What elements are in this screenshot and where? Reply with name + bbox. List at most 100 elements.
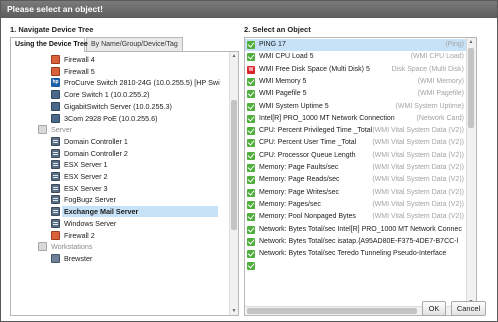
server-icon	[51, 172, 60, 181]
tree-device-item[interactable]: Windows Server	[11, 218, 230, 229]
tree-device-item[interactable]: Firewall 4	[11, 54, 230, 65]
tree-device-item[interactable]: Domain Controller 2	[11, 148, 230, 159]
tree-item-label: GigabitSwitch Server (10.0.255.3)	[64, 101, 172, 111]
object-list-item[interactable]: W WMI Free Disk Space (Multi Disk) 5 Disk …	[245, 64, 467, 76]
device-tree-panel: Firewall 4 Firewall 5 hp ProCurve Switch 28…	[10, 51, 239, 316]
tree-item-label: ProCurve Switch 2810-24G (10.0.255.5) [H…	[64, 78, 220, 88]
status-ok-icon	[247, 53, 255, 62]
wmi-warning-icon: W	[247, 65, 255, 74]
object-name: CPU: Percent User Time _Total	[259, 139, 357, 147]
object-list-item[interactable]: Intel[R] PRO_1000 MT Network Connection (…	[245, 113, 467, 125]
tree-vertical-scrollbar[interactable]: ▲ ▼	[229, 52, 238, 315]
status-ok-icon	[247, 139, 255, 148]
object-list-item[interactable]: PING 17 (Ping)	[245, 39, 467, 51]
cancel-button[interactable]: Cancel	[451, 301, 486, 316]
status-ok-icon	[247, 200, 255, 209]
object-name: CPU: Percent Privileged Time _Total	[259, 127, 373, 135]
dialog-title: Please select an object!	[1, 1, 497, 18]
folder-icon	[38, 242, 47, 252]
status-ok-icon	[247, 237, 255, 246]
select-object-dialog: Please select an object! 1. Navigate Dev…	[0, 0, 498, 322]
object-list-item[interactable]: Network: Bytes Total/sec Intel[R] PRO_10…	[245, 224, 467, 236]
object-name: Memory: Pool Nonpaged Bytes	[259, 213, 356, 221]
tree-item-label: Brewster	[64, 253, 93, 263]
tree-device-item[interactable]: 3Com 2928 PoE (10.0.255.6)	[11, 113, 230, 124]
scroll-down-arrow-icon[interactable]: ▼	[230, 307, 238, 315]
object-name: WMI System Uptime 5	[259, 102, 329, 110]
tree-scroll-thumb[interactable]	[231, 100, 237, 230]
object-vertical-scrollbar[interactable]: ▲ ▼	[466, 38, 476, 315]
object-list-item[interactable]	[245, 260, 467, 272]
status-ok-icon	[247, 127, 255, 136]
tree-item-label: Domain Controller 1	[64, 136, 128, 146]
object-list-item[interactable]: CPU: Processor Queue Length (WMI Vital Sy…	[245, 150, 467, 162]
object-list-item[interactable]: WMI System Uptime 5 (WMI System Uptime)	[245, 101, 467, 113]
object-name: Network: Bytes Total/sec Intel[R] PRO_10…	[259, 225, 462, 233]
object-list-item[interactable]: Memory: Pages/sec (WMI Vital System Data …	[245, 199, 467, 211]
object-list-item[interactable]: WMI Pagefile 5 (WMI Pagefile)	[245, 88, 467, 100]
tree-device-item[interactable]: FogBugz Server	[11, 194, 230, 205]
object-list-item[interactable]: CPU: Percent User Time _Total (WMI Vital …	[245, 137, 467, 149]
firewall-icon	[51, 66, 60, 76]
object-type: (WMI CPU Load)	[410, 53, 464, 61]
tree-device-item[interactable]: Firewall 2	[11, 230, 230, 241]
object-list-item[interactable]: Memory: Page Reads/sec (WMI Vital System …	[245, 174, 467, 186]
scroll-up-arrow-icon[interactable]: ▲	[467, 38, 475, 46]
object-list-item[interactable]: Network: Bytes Total/sec Teredo Tunnelin…	[245, 248, 467, 260]
status-ok-icon	[247, 90, 255, 99]
object-list-item[interactable]: Network: Bytes Total/sec isatap.{A95AD80…	[245, 236, 467, 248]
tree-device-item[interactable]: Brewster	[11, 253, 230, 264]
status-ok-icon	[247, 164, 255, 172]
object-type: Disk Space (Multi Disk)	[391, 65, 464, 73]
object-type: (WMI System Uptime)	[395, 102, 464, 110]
tree-device-item[interactable]: ESX Server 2	[11, 171, 230, 182]
object-name: WMI Pagefile 5	[259, 90, 307, 98]
tree-group[interactable]: Server	[11, 124, 230, 135]
tree-device-item[interactable]: ESX Server 3	[11, 183, 230, 194]
tree-device-item[interactable]: ESX Server 1	[11, 159, 230, 170]
object-type: (WMI Vital System Data (V2))	[372, 213, 464, 221]
tree-item-label: ESX Server 1	[64, 160, 108, 170]
tree-item-label: Exchange Mail Server	[62, 206, 218, 218]
object-list-item[interactable]: Memory: Pool Nonpaged Bytes (WMI Vital Sy…	[245, 211, 467, 223]
status-ok-icon	[247, 262, 255, 271]
tree-device-item[interactable]: GigabitSwitch Server (10.0.255.3)	[11, 101, 230, 112]
object-list-item[interactable]: WMI Memory 5 (WMI Memory)	[245, 76, 467, 88]
server-icon	[51, 183, 60, 193]
tree-item-label: Domain Controller 2	[64, 148, 128, 158]
scroll-up-arrow-icon[interactable]: ▲	[230, 52, 238, 60]
object-list-item[interactable]: Memory: Page Writes/sec (WMI Vital System…	[245, 187, 467, 199]
object-type: (WMI Vital System Data (V2))	[372, 188, 464, 196]
ok-button[interactable]: OK	[422, 301, 446, 316]
object-list-item[interactable]: Memory: Page Faults/sec (WMI Vital System…	[245, 162, 467, 174]
object-list-panel: PING 17 (Ping) WMI CPU Load 5 (WMI CPU Load…	[244, 37, 477, 316]
object-name: WMI Free Disk Space (Multi Disk) 5	[259, 65, 370, 73]
tree-device-item[interactable]: hp ProCurve Switch 2810-24G (10.0.255.5) …	[11, 77, 230, 88]
object-type: (WMI Pagefile)	[417, 90, 464, 98]
tab-by-name[interactable]: By Name/Group/Device/Tag	[86, 37, 183, 51]
status-ok-icon	[247, 114, 255, 123]
status-ok-icon	[247, 176, 255, 185]
tree-device-item[interactable]: Core Switch 1 (10.0.255.2)	[11, 89, 230, 100]
object-list-item[interactable]: CPU: Percent Privileged Time _Total (WMI …	[245, 125, 467, 137]
object-scroll-thumb[interactable]	[468, 48, 474, 128]
tree-device-item[interactable]: Firewall 5	[11, 66, 230, 77]
object-name: Network: Bytes Total/sec Teredo Tunnelin…	[259, 250, 447, 258]
tree-device-item[interactable]: Exchange Mail Server	[11, 206, 230, 218]
object-type: (WMI Vital System Data (V2))	[372, 200, 464, 208]
switch-icon	[51, 113, 60, 123]
object-name: WMI CPU Load 5	[259, 53, 314, 61]
tree-item-label: ESX Server 3	[64, 183, 108, 193]
tree-item-label: 3Com 2928 PoE (10.0.255.6)	[64, 113, 158, 123]
status-ok-icon	[247, 250, 255, 259]
server-icon	[51, 160, 60, 170]
tab-device-tree[interactable]: Using the Device Tree	[10, 37, 88, 52]
firewall-icon	[51, 230, 60, 240]
tree-item-label: Core Switch 1 (10.0.255.2)	[64, 90, 150, 100]
object-list-item[interactable]: WMI CPU Load 5 (WMI CPU Load)	[245, 51, 467, 63]
tree-device-item[interactable]: Domain Controller 1	[11, 136, 230, 147]
object-hscroll-thumb[interactable]	[247, 308, 417, 314]
tree-group[interactable]: Workstations	[11, 241, 230, 252]
tree-item-label: Workstations	[51, 242, 93, 252]
object-type: (WMI Vital System Data (V2))	[372, 127, 464, 135]
